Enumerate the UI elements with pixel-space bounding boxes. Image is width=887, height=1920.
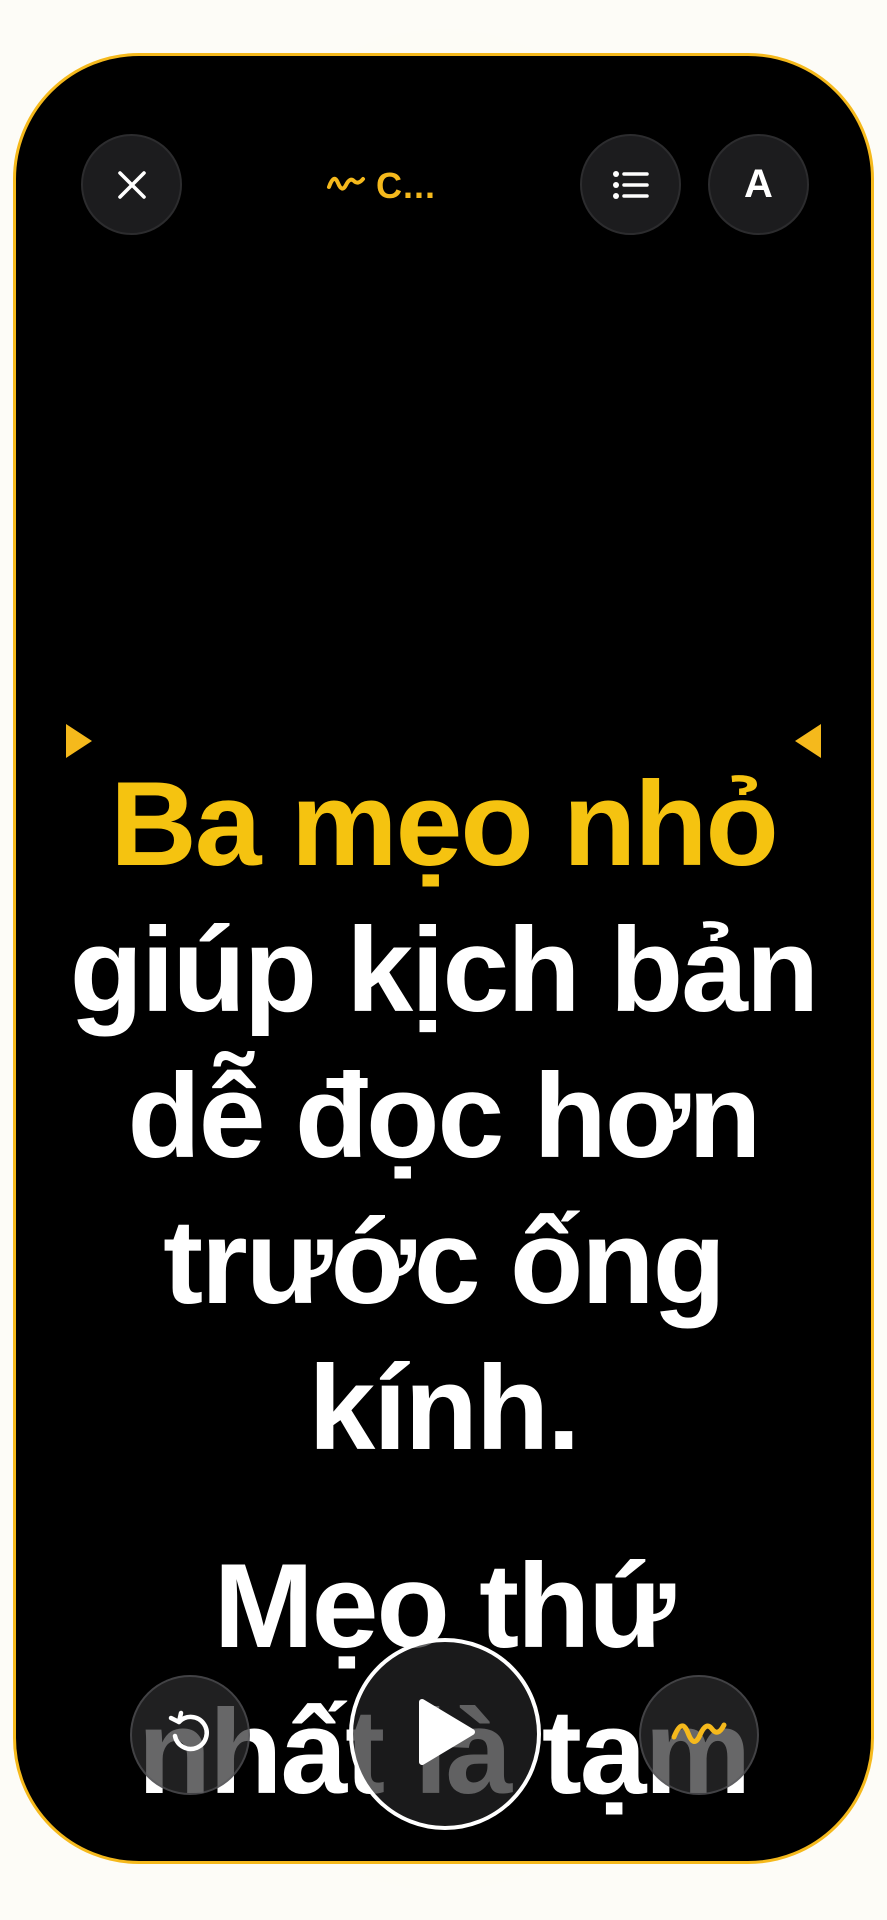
waveform-icon bbox=[670, 1713, 728, 1758]
playback-controls bbox=[16, 1556, 871, 1861]
waveform-icon bbox=[326, 169, 366, 204]
current-line: Ba mẹo nhỏ bbox=[110, 757, 779, 891]
top-bar: C... A bbox=[16, 56, 871, 256]
text-style-button[interactable]: A bbox=[708, 134, 809, 235]
play-icon bbox=[410, 1694, 480, 1775]
script-line: dễ đọc hơn bbox=[127, 1049, 762, 1183]
text-style-label: A bbox=[744, 162, 773, 206]
voice-scroll-button[interactable] bbox=[639, 1675, 759, 1795]
script-title[interactable]: C... bbox=[326, 164, 436, 208]
restart-button[interactable] bbox=[130, 1675, 250, 1795]
restart-icon bbox=[165, 1708, 215, 1763]
script-list-button[interactable] bbox=[580, 134, 681, 235]
script-title-text: C... bbox=[376, 165, 437, 206]
script-line: kính. bbox=[308, 1341, 580, 1475]
phone-screen: C... A Ba mẹo nhỏ giúp kịch bản dễ đọc h… bbox=[13, 53, 874, 1864]
script-line: trước ống bbox=[163, 1195, 726, 1329]
play-button[interactable] bbox=[349, 1638, 541, 1830]
close-button[interactable] bbox=[81, 134, 182, 235]
list-icon bbox=[612, 170, 650, 200]
close-icon bbox=[115, 168, 149, 202]
script-line: giúp kịch bản bbox=[69, 903, 819, 1037]
